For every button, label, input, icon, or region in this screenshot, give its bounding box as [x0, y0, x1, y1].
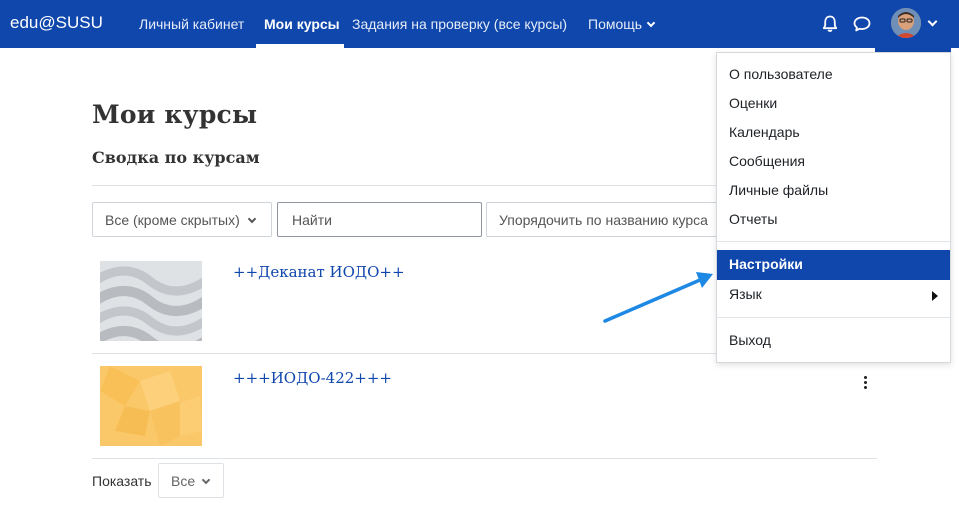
- menu-item-private-files[interactable]: Личные файлы: [717, 176, 950, 205]
- show-count-value: Все: [171, 473, 196, 489]
- user-avatar[interactable]: [891, 8, 921, 38]
- menu-item-grades[interactable]: Оценки: [717, 89, 950, 118]
- menu-item-logout[interactable]: Выход: [717, 326, 950, 355]
- course-link[interactable]: ++Деканат ИОДО++: [233, 263, 405, 281]
- menu-item-language-label: Язык: [729, 286, 762, 302]
- gray-wave-pattern: [100, 261, 202, 341]
- sort-dropdown-label: Упорядочить по названию курса: [499, 212, 708, 228]
- page-title: Мои курсы: [92, 100, 258, 129]
- search-input[interactable]: [277, 202, 482, 237]
- show-count-dropdown[interactable]: Все: [158, 463, 224, 498]
- menu-item-messages[interactable]: Сообщения: [717, 147, 950, 176]
- annotation-arrow-icon: [603, 272, 713, 323]
- menu-item-reports[interactable]: Отчеты: [717, 205, 950, 234]
- chat-bubble-icon[interactable]: [852, 14, 872, 34]
- nav-link-help[interactable]: Помощь: [588, 16, 656, 32]
- kebab-menu-icon[interactable]: [860, 376, 870, 392]
- nav-link-dashboard[interactable]: Личный кабинет: [139, 16, 244, 32]
- menu-divider: [717, 317, 950, 318]
- user-dropdown-menu: О пользователе Оценки Календарь Сообщени…: [716, 52, 951, 363]
- course-image[interactable]: [100, 366, 202, 446]
- menu-item-calendar[interactable]: Календарь: [717, 118, 950, 147]
- divider: [92, 458, 877, 459]
- caret-right-icon: [932, 291, 938, 301]
- top-navbar: edu@SUSU Личный кабинет Мои курсы Задани…: [0, 0, 959, 48]
- menu-divider: [717, 241, 950, 242]
- chevron-down-icon: [201, 475, 211, 485]
- nav-link-my-courses[interactable]: Мои курсы: [264, 16, 340, 32]
- chevron-down-icon: [646, 18, 656, 28]
- menu-item-language[interactable]: Язык: [717, 280, 950, 309]
- menu-item-profile[interactable]: О пользователе: [717, 60, 950, 89]
- sort-dropdown[interactable]: Упорядочить по названию курса: [486, 202, 726, 237]
- section-title: Сводка по курсам: [92, 148, 260, 167]
- course-link[interactable]: +++ИОДО-422+++: [233, 369, 392, 387]
- nav-help-label: Помощь: [588, 16, 643, 32]
- active-nav-indicator: [256, 44, 344, 48]
- yellow-geometric-pattern: [100, 366, 202, 446]
- brand-logo[interactable]: edu@SUSU: [10, 13, 103, 33]
- show-label: Показать: [92, 473, 152, 489]
- nav-link-grading[interactable]: Задания на проверку (все курсы): [352, 16, 567, 32]
- course-image[interactable]: [100, 261, 202, 341]
- grouping-dropdown-label: Все (кроме скрытых): [105, 212, 240, 228]
- chevron-down-icon: [247, 214, 257, 224]
- avatar-photo: [891, 8, 921, 38]
- grouping-dropdown[interactable]: Все (кроме скрытых): [92, 202, 272, 237]
- bell-icon[interactable]: [820, 14, 840, 34]
- menu-item-preferences[interactable]: Настройки: [717, 250, 950, 280]
